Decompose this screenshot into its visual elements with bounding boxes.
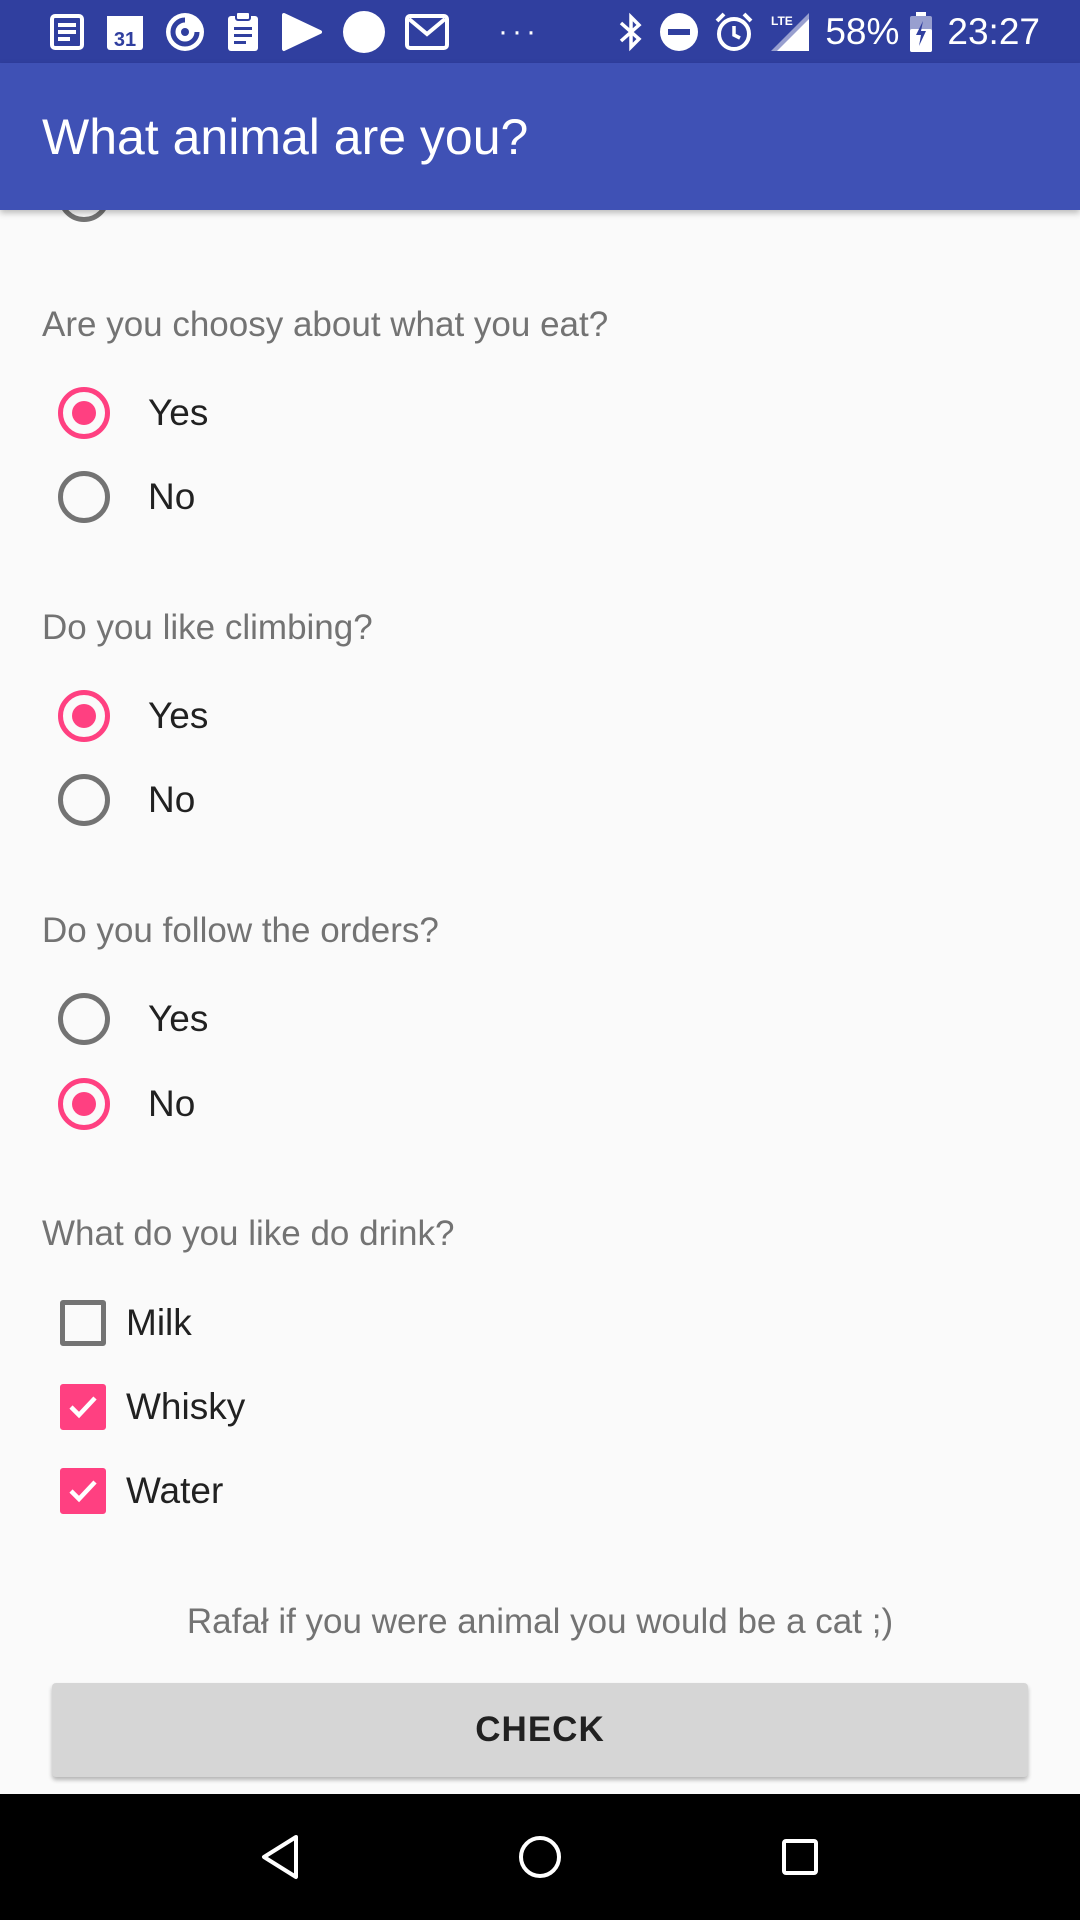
recents-icon[interactable] (755, 1812, 845, 1902)
radio-button-unchecked[interactable] (58, 993, 110, 1045)
radio-label: Yes (148, 392, 209, 433)
notification-icons: 31 ··· (46, 10, 590, 54)
checkbox-label: Milk (126, 1302, 192, 1343)
checkmark-icon (69, 1396, 97, 1419)
radio-label: No (148, 476, 196, 517)
radio-option-choosy-no[interactable]: No (58, 467, 195, 527)
radio-button-checked[interactable] (58, 1078, 110, 1130)
lte-signal-icon: LTE (769, 11, 811, 53)
navigation-bar (0, 1794, 1080, 1920)
checkbox-label: Water (126, 1470, 224, 1511)
clipboard-icon (224, 10, 262, 53)
bluetooth-icon (617, 11, 645, 53)
home-icon[interactable] (495, 1812, 585, 1902)
gmail-icon (404, 12, 450, 52)
questionnaire-scroll-area[interactable]: Are you choosy about what you eat? Yes N… (0, 210, 1080, 1794)
question-choosy-eater: Are you choosy about what you eat? (42, 305, 609, 344)
radio-label: Yes (148, 998, 209, 1039)
checkbox-label: Whisky (126, 1386, 246, 1427)
app-bar: What animal are you? (0, 63, 1080, 210)
clock: 23:27 (947, 10, 1040, 52)
checkbox-option-water[interactable]: Water (60, 1461, 223, 1521)
news-icon (46, 12, 86, 52)
question-climbing: Do you like climbing? (42, 608, 373, 647)
battery-percent: 58% (825, 10, 900, 52)
radio-option-orders-yes[interactable]: Yes (58, 989, 208, 1049)
radio-label: Yes (148, 695, 209, 736)
radio-label: No (148, 1083, 196, 1124)
check-button[interactable]: CHECK (52, 1683, 1028, 1777)
system-icons: LTE 58% 23:27 (617, 11, 1040, 53)
app-title: What animal are you? (42, 108, 529, 165)
checkbox-unchecked[interactable] (60, 1300, 106, 1346)
more-notifications-indicator: ··· (498, 14, 540, 48)
checkmark-icon (69, 1480, 97, 1503)
status-bar: 31 ··· LTE 58% 23:27 (0, 0, 1080, 63)
lte-label: LTE (771, 14, 793, 28)
checkbox-option-whisky[interactable]: Whisky (60, 1377, 245, 1437)
calendar-day: 31 (114, 29, 136, 51)
radio-button-unchecked[interactable] (58, 774, 110, 826)
radio-label: No (148, 779, 196, 820)
checkbox-checked[interactable] (60, 1384, 106, 1430)
partially-visible-radio-button[interactable] (58, 210, 110, 222)
radio-option-orders-no[interactable]: No (58, 1074, 195, 1134)
calendar-icon: 31 (104, 11, 146, 53)
sync-icon (164, 11, 206, 53)
battery-charging-icon (909, 11, 933, 53)
checkbox-checked[interactable] (60, 1468, 106, 1514)
do-not-disturb-icon (659, 12, 699, 52)
alarm-icon (713, 11, 755, 53)
question-follow-orders: Do you follow the orders? (42, 911, 439, 950)
radio-option-choosy-yes[interactable]: Yes (58, 383, 208, 443)
radio-button-unchecked[interactable] (58, 471, 110, 523)
result-text: Rafał if you were animal you would be a … (186, 1602, 894, 1641)
radio-option-climbing-yes[interactable]: Yes (58, 686, 208, 746)
checkbox-option-milk[interactable]: Milk (60, 1293, 192, 1353)
back-icon[interactable] (235, 1812, 325, 1902)
circle-icon (342, 10, 386, 54)
radio-button-checked[interactable] (58, 387, 110, 439)
radio-option-climbing-no[interactable]: No (58, 770, 195, 830)
question-drink: What do you like do drink? (42, 1214, 455, 1253)
radio-button-checked[interactable] (58, 690, 110, 742)
play-icon (280, 11, 324, 53)
